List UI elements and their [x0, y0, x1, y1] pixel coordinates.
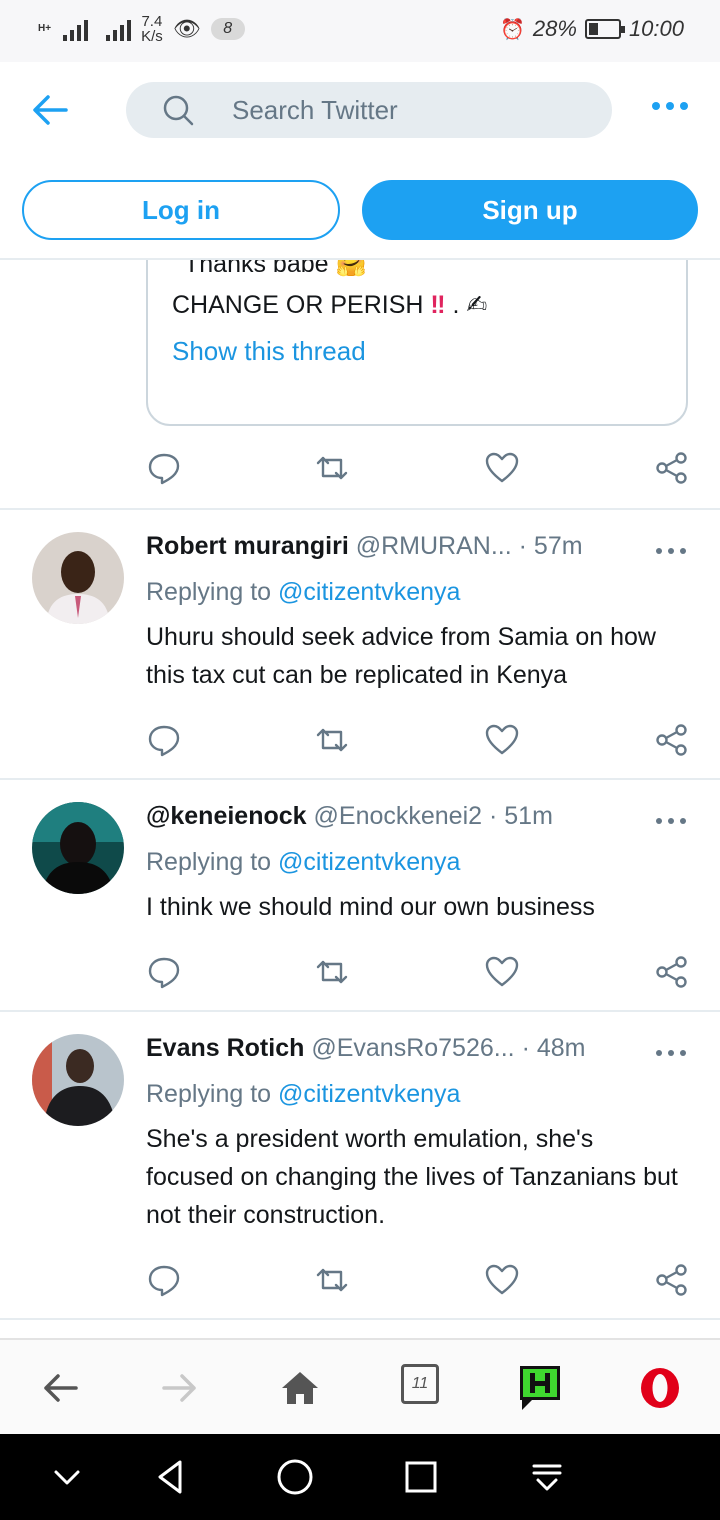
- signup-button[interactable]: Sign up: [362, 180, 698, 240]
- alarm-icon: ⏰: [499, 18, 525, 41]
- like-icon[interactable]: [484, 722, 520, 758]
- retweet-icon[interactable]: [314, 1262, 350, 1298]
- login-button[interactable]: Log in: [22, 180, 340, 240]
- signal-icon-2: [106, 17, 132, 41]
- tweet-text: She's a president worth emulation, she's…: [146, 1125, 678, 1229]
- replying-to: Replying to @citizentvkenya: [146, 1080, 461, 1108]
- notification-badge: 8: [210, 18, 245, 40]
- display-name: @keneienock: [146, 802, 307, 830]
- share-icon[interactable]: [654, 450, 690, 486]
- tweet-more-icon[interactable]: [656, 818, 686, 826]
- search-box[interactable]: [126, 82, 612, 138]
- quoted-text: CHANGE OR PERISH ‼ . ✍: [172, 291, 488, 319]
- tweet-item[interactable]: @keneienock @Enockkenei2 · 51m Replying …: [0, 780, 720, 1010]
- battery-percent: 28%: [532, 16, 577, 41]
- status-bar: H+ 7.4 K/s 👁 8 ⏰ 28% 10:00: [0, 0, 720, 62]
- like-icon[interactable]: [484, 954, 520, 990]
- display-name: Evans Rotich: [146, 1034, 305, 1062]
- reply-icon[interactable]: [146, 722, 182, 758]
- nav-home-icon[interactable]: [274, 1456, 316, 1498]
- quoted-tweet-card[interactable]: Thanks babe 🤗 CHANGE OR PERISH ‼ . ✍ Sho…: [146, 260, 688, 426]
- replying-to: Replying to @citizentvkenya: [146, 848, 461, 876]
- back-arrow-icon[interactable]: [30, 92, 70, 128]
- tweet-text: Uhuru should seek advice from Samia on h…: [146, 623, 656, 689]
- user-handle: @Enockkenei2: [313, 802, 483, 830]
- tweet-actions: [146, 722, 692, 762]
- clock: 10:00: [628, 16, 684, 41]
- browser-back-icon[interactable]: [38, 1366, 82, 1410]
- tweet-feed[interactable]: Thanks babe 🤗 CHANGE OR PERISH ‼ . ✍ Sho…: [0, 260, 720, 1338]
- tweet-time: · 51m: [489, 802, 553, 830]
- retweet-icon[interactable]: [314, 722, 350, 758]
- mention-link[interactable]: @citizentvkenya: [278, 848, 460, 876]
- tweet-text: I think we should mind our own business: [146, 893, 595, 921]
- mention-link[interactable]: @citizentvkenya: [278, 1080, 460, 1108]
- show-thread-link[interactable]: Show this thread: [172, 336, 366, 367]
- browser-forward-icon[interactable]: [158, 1366, 202, 1410]
- reply-icon[interactable]: [146, 1262, 182, 1298]
- tweet-actions: [146, 450, 692, 490]
- system-nav-bar: [0, 1434, 720, 1520]
- app-header: Log in Sign up: [0, 62, 720, 260]
- tweet-item[interactable]: Robert murangiri @RMURAN... · 57m Replyi…: [0, 510, 720, 778]
- opera-icon[interactable]: [638, 1366, 682, 1410]
- quoted-partial-line: Thanks babe 🤗: [184, 260, 367, 279]
- retweet-icon[interactable]: [314, 954, 350, 990]
- notification-pull-icon[interactable]: [526, 1456, 568, 1498]
- battery-icon: [584, 19, 625, 39]
- nav-back-icon[interactable]: [150, 1456, 192, 1498]
- network-speed: 7.4 K/s: [141, 13, 163, 45]
- tweet-header: Robert murangiri @RMURAN... · 57m: [146, 532, 626, 568]
- tweet-more-icon[interactable]: [656, 548, 686, 556]
- share-icon[interactable]: [654, 954, 690, 990]
- nav-recents-icon[interactable]: [400, 1456, 442, 1498]
- network-type: H+: [38, 23, 52, 34]
- user-handle: @EvansRo7526...: [311, 1034, 515, 1062]
- browser-toolbar: 11: [0, 1338, 720, 1434]
- tabs-icon[interactable]: 11: [401, 1364, 439, 1404]
- divider: [0, 1318, 720, 1320]
- home-icon[interactable]: [278, 1366, 322, 1410]
- tweet-more-icon[interactable]: [656, 1050, 686, 1058]
- like-icon[interactable]: [484, 450, 520, 486]
- more-icon[interactable]: [652, 102, 688, 114]
- retweet-icon[interactable]: [314, 450, 350, 486]
- display-name: Robert murangiri: [146, 532, 349, 560]
- avatar[interactable]: [32, 1034, 124, 1126]
- replying-to: Replying to @citizentvkenya: [146, 578, 461, 606]
- tweet-item[interactable]: Evans Rotich @EvansRo7526... · 48m Reply…: [0, 1012, 720, 1318]
- tweet-header: Evans Rotich @EvansRo7526... · 48m: [146, 1034, 626, 1070]
- writing-hand-icon: ✍: [466, 291, 488, 319]
- tweet-header: @keneienock @Enockkenei2 · 51m: [146, 802, 626, 838]
- share-icon[interactable]: [654, 722, 690, 758]
- share-icon[interactable]: [654, 1262, 690, 1298]
- search-input[interactable]: [232, 90, 592, 130]
- collapse-icon[interactable]: [46, 1456, 88, 1498]
- user-handle: @RMURAN...: [355, 532, 512, 560]
- tweet-actions: [146, 954, 692, 994]
- search-icon: [163, 95, 194, 126]
- hug-emoji-icon: 🤗: [335, 260, 367, 278]
- tweet-time: · 57m: [518, 532, 583, 560]
- avatar[interactable]: [32, 532, 124, 624]
- mention-link[interactable]: @citizentvkenya: [278, 578, 460, 606]
- eye-icon: 👁: [172, 16, 201, 41]
- tweet-actions: [146, 1262, 692, 1302]
- app-logo-icon[interactable]: [516, 1362, 564, 1412]
- reply-icon[interactable]: [146, 954, 182, 990]
- signal-icon: [63, 17, 89, 41]
- tweet-time: · 48m: [521, 1034, 586, 1062]
- like-icon[interactable]: [484, 1262, 520, 1298]
- reply-icon[interactable]: [146, 450, 182, 486]
- avatar[interactable]: [32, 802, 124, 894]
